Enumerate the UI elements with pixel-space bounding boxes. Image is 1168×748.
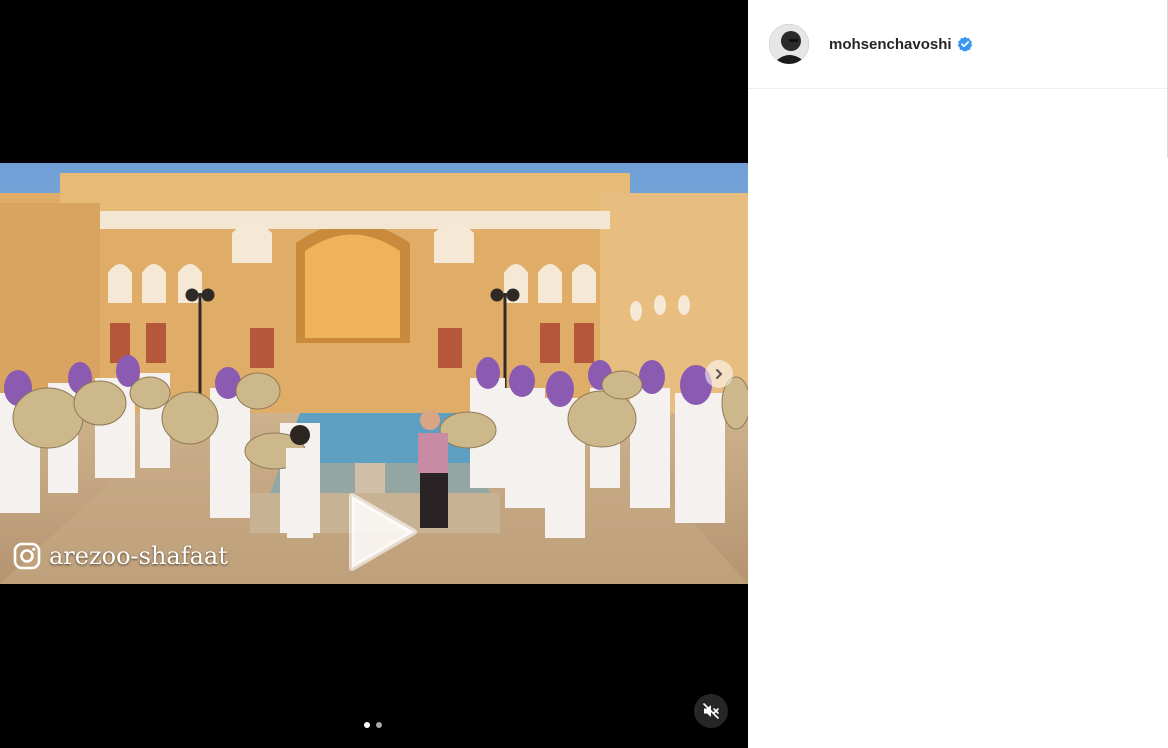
carousel-indicator	[364, 722, 382, 728]
play-button[interactable]	[336, 490, 420, 574]
carousel-dot	[376, 722, 382, 728]
carousel-dot	[364, 722, 370, 728]
chevron-right-icon	[716, 369, 723, 379]
verified-badge-icon	[957, 36, 972, 52]
mute-button[interactable]	[694, 694, 728, 728]
video-watermark: arezoo-shafaat	[13, 542, 228, 570]
play-icon	[349, 493, 417, 571]
media-viewer: arezoo-shafaat	[0, 0, 748, 748]
post-sidebar: mohsenchavoshi	[748, 0, 1168, 748]
watermark-text: arezoo-shafaat	[49, 542, 228, 570]
avatar-photo	[769, 24, 809, 64]
speaker-muted-icon	[703, 703, 719, 719]
carousel-next-button[interactable]	[705, 360, 733, 388]
instagram-icon	[13, 542, 41, 570]
video-player[interactable]	[0, 163, 748, 584]
username-link[interactable]: mohsenchavoshi	[829, 36, 952, 53]
avatar[interactable]	[769, 24, 809, 64]
post-header: mohsenchavoshi	[748, 0, 1168, 89]
